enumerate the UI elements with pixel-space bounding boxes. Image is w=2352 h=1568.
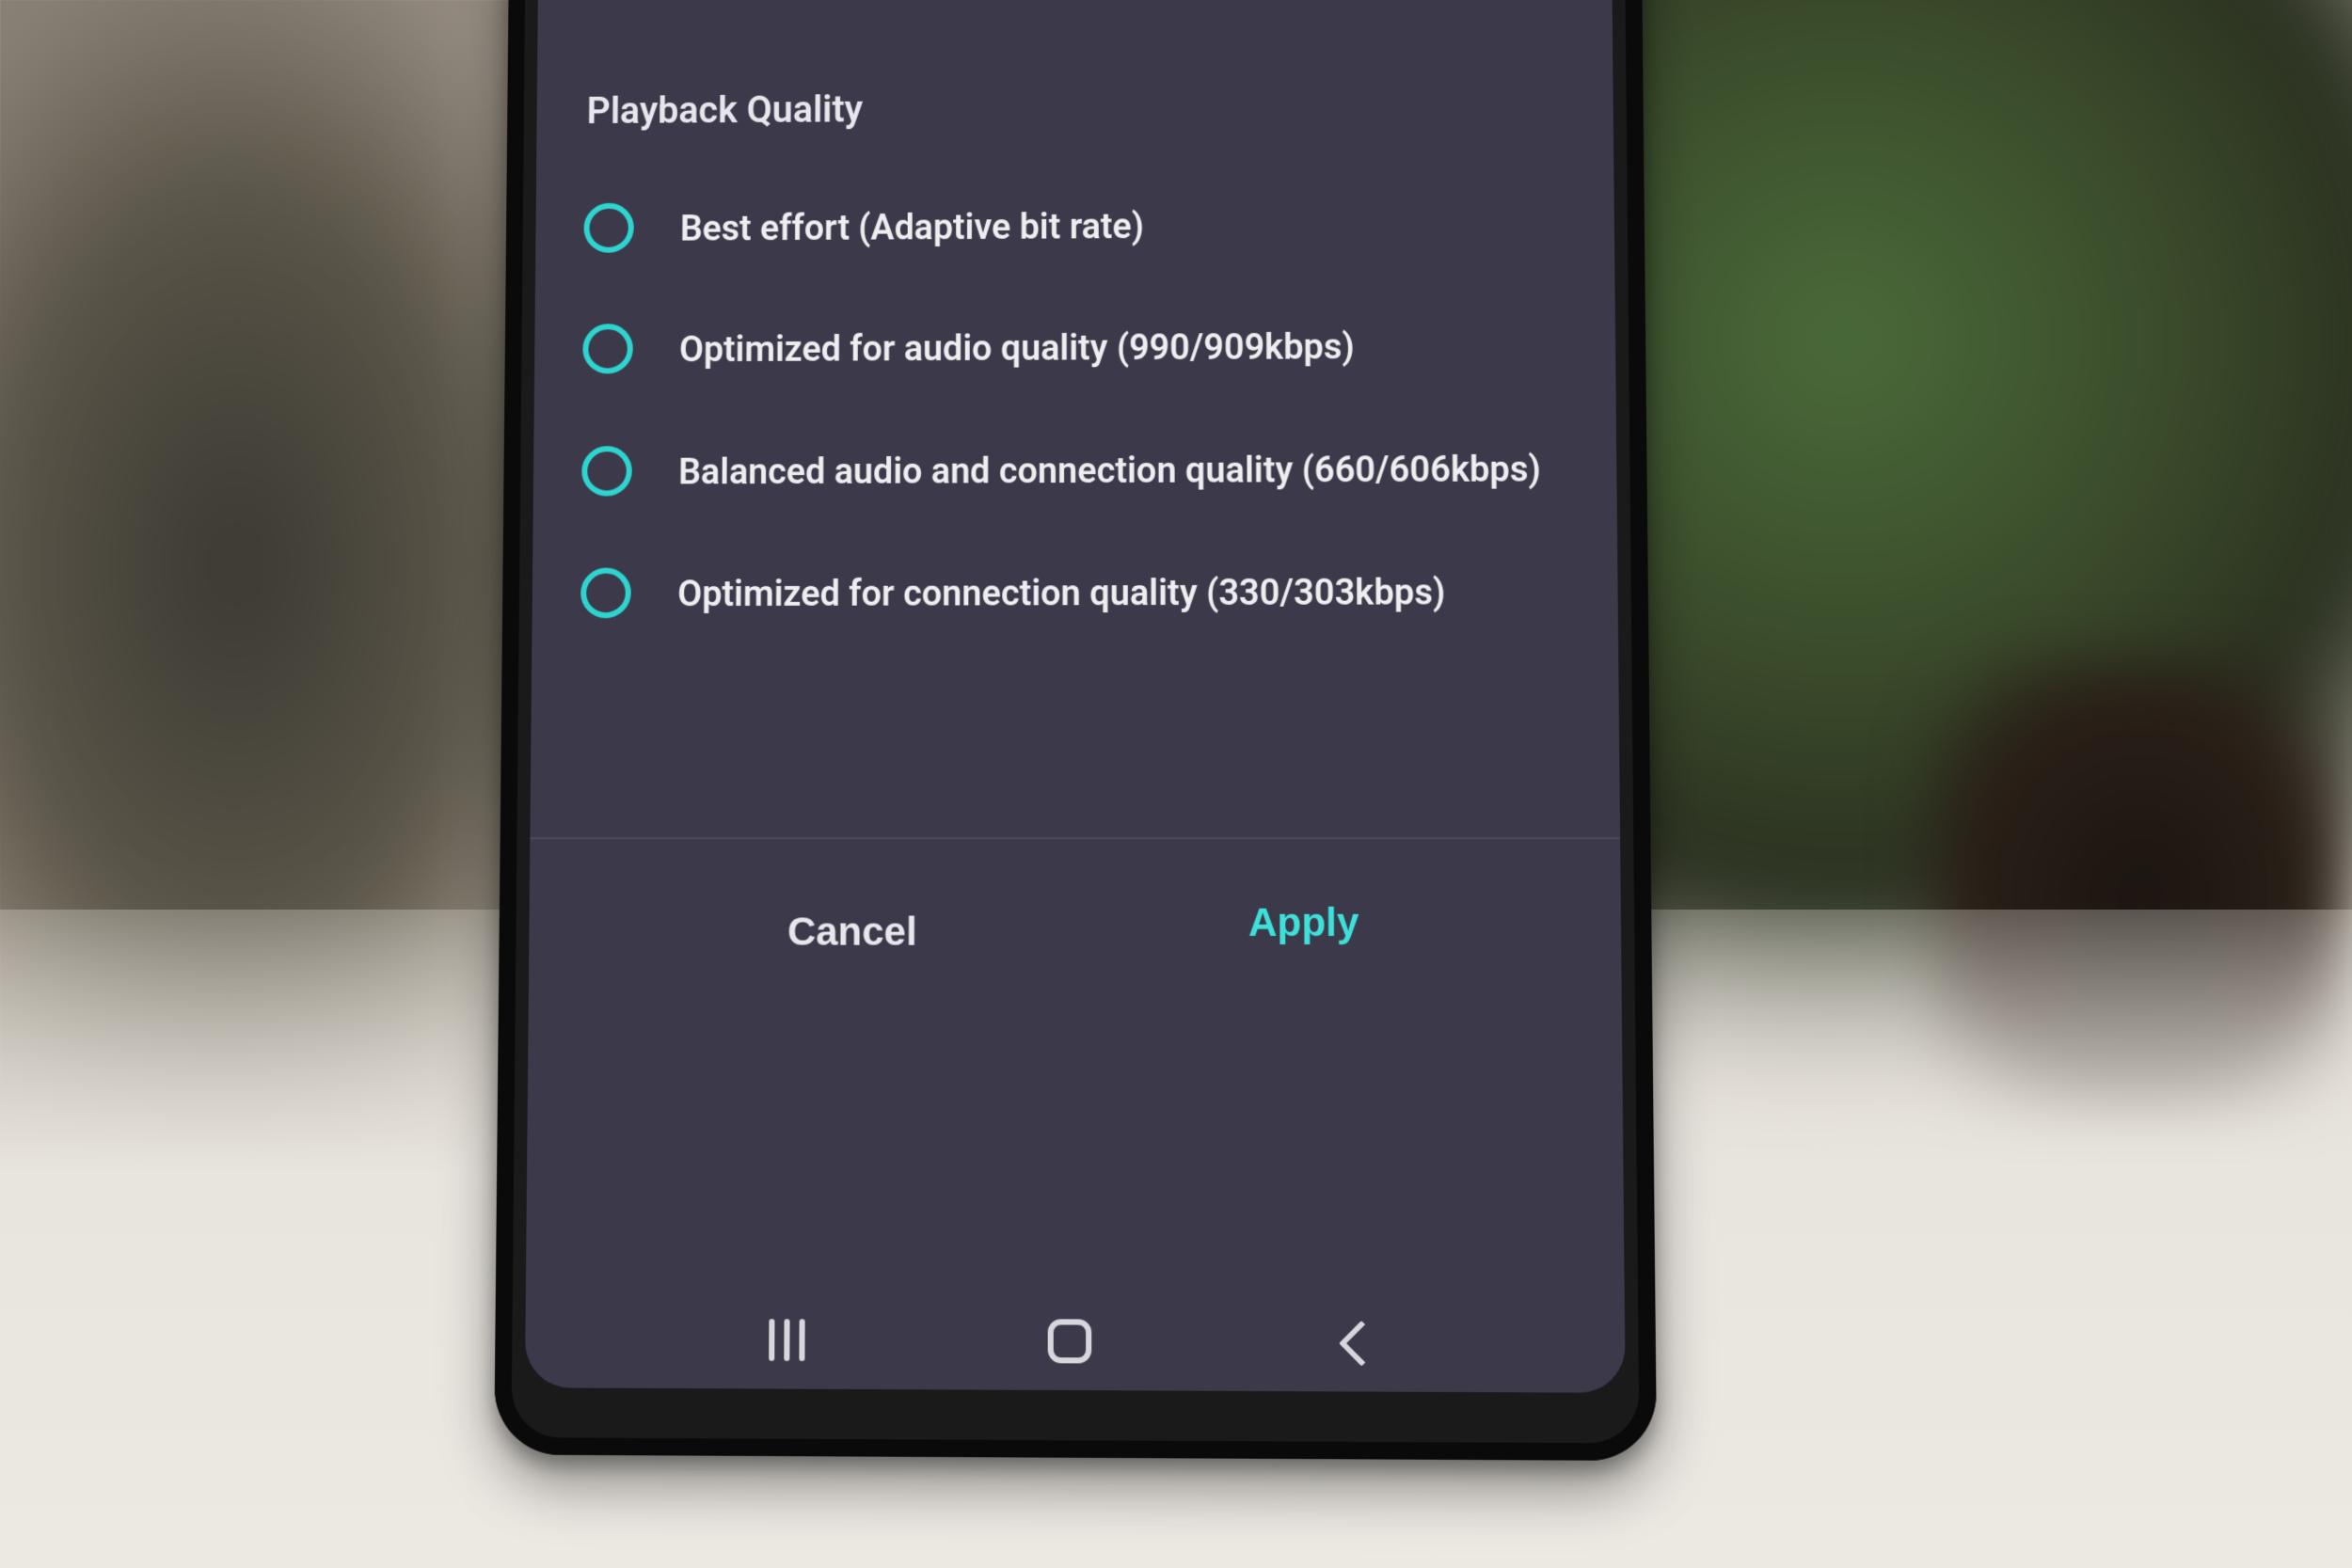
- divider: [530, 837, 1620, 839]
- radio-unselected-icon: [580, 567, 631, 618]
- quality-option-balanced[interactable]: Balanced audio and connection quality (6…: [581, 442, 1575, 497]
- quality-option-connection-quality[interactable]: Optimized for connection quality (330/30…: [580, 565, 1576, 619]
- radio-unselected-icon: [582, 324, 633, 373]
- nav-home-button[interactable]: [1048, 1319, 1092, 1363]
- quality-option-label: Optimized for audio quality (990/909kbps…: [679, 321, 1355, 375]
- quality-options-group: Best effort (Adaptive bit rate) Optimize…: [580, 198, 1577, 690]
- cancel-button[interactable]: Cancel: [750, 892, 955, 972]
- radio-unselected-icon: [581, 446, 632, 496]
- dialog-actions: Cancel Apply: [529, 892, 1621, 972]
- apply-button[interactable]: Apply: [1211, 873, 1398, 972]
- phone-screen: STEREO Playback Quality Best effort (Ada…: [525, 0, 1626, 1393]
- quality-option-audio-quality[interactable]: Optimized for audio quality (990/909kbps…: [582, 320, 1574, 375]
- phone-frame: STEREO Playback Quality Best effort (Ada…: [494, 0, 1657, 1461]
- nav-back-button[interactable]: [1336, 1322, 1378, 1364]
- quality-option-label: Best effort (Adaptive bit rate): [680, 200, 1144, 254]
- quality-option-label: Balanced audio and connection quality (6…: [678, 442, 1541, 497]
- android-nav-bar: [525, 1317, 1625, 1366]
- nav-recents-button[interactable]: [769, 1319, 804, 1361]
- quality-option-best-effort[interactable]: Best effort (Adaptive bit rate): [583, 198, 1573, 254]
- quality-option-label: Optimized for connection quality (330/30…: [677, 565, 1445, 619]
- radio-unselected-icon: [583, 203, 634, 253]
- section-header-playback-quality: Playback Quality: [586, 87, 863, 133]
